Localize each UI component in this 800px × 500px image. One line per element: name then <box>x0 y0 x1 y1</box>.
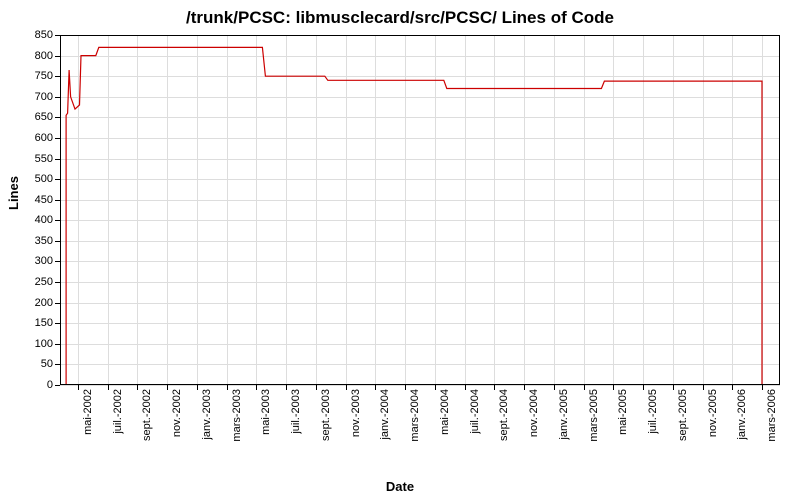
x-tick-label: mai-2005 <box>617 389 629 435</box>
x-tick-label: janv.-2006 <box>736 389 748 440</box>
y-tick-label: 200 <box>35 297 53 309</box>
chart-title: /trunk/PCSC: libmusclecard/src/PCSC/ Lin… <box>0 8 800 28</box>
y-tick-mark <box>55 364 60 365</box>
x-tick-label: nov.-2003 <box>350 389 362 437</box>
plot-border <box>60 35 780 385</box>
y-tick-mark <box>55 159 60 160</box>
x-tick-label: mars-2003 <box>231 389 243 442</box>
x-tick-label: sept.-2002 <box>141 389 153 441</box>
x-tick-label: juil.-2005 <box>647 389 659 434</box>
x-tick-label: sept.-2004 <box>498 389 510 441</box>
y-tick-label: 450 <box>35 194 53 206</box>
x-tick-label: janv.-2004 <box>379 389 391 440</box>
y-tick-label: 150 <box>35 317 53 329</box>
y-tick-mark <box>55 117 60 118</box>
y-tick-label: 550 <box>35 153 53 165</box>
y-tick-mark <box>55 97 60 98</box>
chart-container: /trunk/PCSC: libmusclecard/src/PCSC/ Lin… <box>0 0 800 500</box>
y-tick-mark <box>55 323 60 324</box>
y-tick-label: 700 <box>35 91 53 103</box>
y-tick-mark <box>55 220 60 221</box>
x-tick-label: mai-2004 <box>439 389 451 435</box>
y-tick-label: 800 <box>35 50 53 62</box>
y-tick-mark <box>55 344 60 345</box>
y-tick-label: 400 <box>35 214 53 226</box>
y-tick-label: 750 <box>35 70 53 82</box>
y-tick-label: 850 <box>35 29 53 41</box>
x-tick-label: nov.-2005 <box>707 389 719 437</box>
y-tick-mark <box>55 35 60 36</box>
y-tick-mark <box>55 261 60 262</box>
y-tick-mark <box>55 241 60 242</box>
x-tick-label: mars-2004 <box>409 389 421 442</box>
y-tick-mark <box>55 282 60 283</box>
y-tick-label: 0 <box>47 379 53 391</box>
y-tick-label: 50 <box>41 358 53 370</box>
y-tick-label: 600 <box>35 132 53 144</box>
x-tick-label: mai-2002 <box>82 389 94 435</box>
x-tick-label: nov.-2002 <box>171 389 183 437</box>
y-tick-label: 300 <box>35 255 53 267</box>
plot-area <box>60 35 780 385</box>
y-tick-mark <box>55 200 60 201</box>
y-tick-label: 500 <box>35 173 53 185</box>
y-tick-label: 350 <box>35 235 53 247</box>
y-axis-label: Lines <box>6 176 21 210</box>
y-tick-mark <box>55 138 60 139</box>
x-axis-ticks: mai-2002 juil.-2002 sept.-2002 nov.-2002 jan… <box>60 385 780 465</box>
x-tick-label: juil.-2002 <box>112 389 124 434</box>
x-tick-label: mars-2005 <box>588 389 600 442</box>
y-tick-label: 100 <box>35 338 53 350</box>
y-axis-ticks: 0501001502002503003504004505005506006507… <box>0 35 56 385</box>
x-tick-label: nov.-2004 <box>528 389 540 437</box>
y-tick-mark <box>55 76 60 77</box>
x-tick-label: mai-2003 <box>260 389 272 435</box>
y-tick-mark <box>55 56 60 57</box>
x-tick-label: mars-2006 <box>766 389 778 442</box>
x-tick-label: juil.-2003 <box>290 389 302 434</box>
y-tick-mark <box>55 179 60 180</box>
x-tick-label: sept.-2003 <box>320 389 332 441</box>
x-axis-label: Date <box>0 479 800 494</box>
y-tick-mark <box>55 303 60 304</box>
x-tick-label: janv.-2003 <box>201 389 213 440</box>
x-tick-label: juil.-2004 <box>469 389 481 434</box>
x-tick-label: sept.-2005 <box>677 389 689 441</box>
x-tick-label: janv.-2005 <box>558 389 570 440</box>
y-tick-label: 650 <box>35 111 53 123</box>
y-tick-label: 250 <box>35 276 53 288</box>
